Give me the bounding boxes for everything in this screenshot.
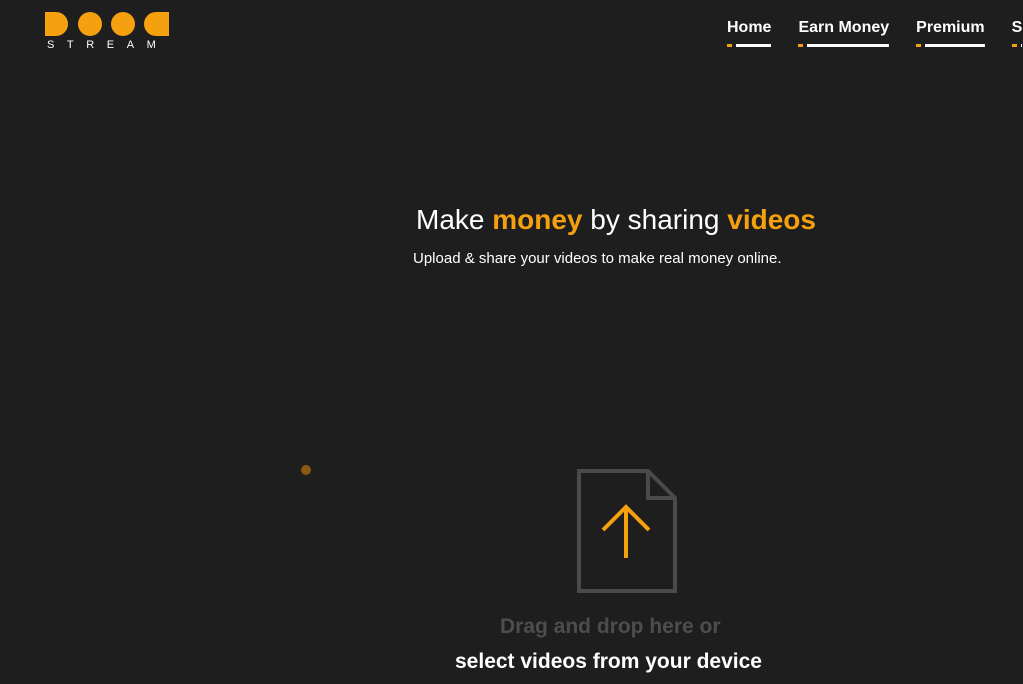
nav-underline xyxy=(1011,44,1023,47)
hero-subtitle: Upload & share your videos to make real … xyxy=(413,250,782,267)
file-upload-icon[interactable] xyxy=(576,468,678,594)
nav-underline xyxy=(916,44,985,47)
nav-item-label: Premium xyxy=(916,19,985,36)
drop-zone-text: Drag and drop here or xyxy=(500,615,721,638)
nav-item-home[interactable]: Home xyxy=(727,19,772,47)
nav-underline xyxy=(798,44,890,47)
hero-title: Make money by sharing videos xyxy=(416,204,816,236)
logo-mark-icon xyxy=(45,12,169,36)
hero-title-highlight: videos xyxy=(727,204,816,235)
nav-item-earn-money[interactable]: Earn Money xyxy=(798,19,890,47)
nav-underline xyxy=(727,44,772,47)
hero-title-part: Make xyxy=(416,204,493,235)
hero-title-highlight: money xyxy=(492,204,583,235)
hero-title-part: by sharing xyxy=(582,204,728,235)
logo[interactable]: STREAM xyxy=(44,10,172,52)
nav-item-label: Home xyxy=(727,19,772,36)
select-videos-link[interactable]: select videos from your device xyxy=(455,650,762,674)
nav-item-premium[interactable]: Premium xyxy=(916,19,985,47)
nav-item-label: S xyxy=(1011,19,1023,36)
decorative-dot xyxy=(301,465,311,475)
logo-text: STREAM xyxy=(47,39,169,51)
page: STREAM Home Earn Money Premium S Make mo… xyxy=(0,0,1023,684)
nav-item-label: Earn Money xyxy=(798,19,890,36)
nav-item-more[interactable]: S xyxy=(1011,19,1023,47)
main-nav: Home Earn Money Premium S xyxy=(727,19,1023,47)
